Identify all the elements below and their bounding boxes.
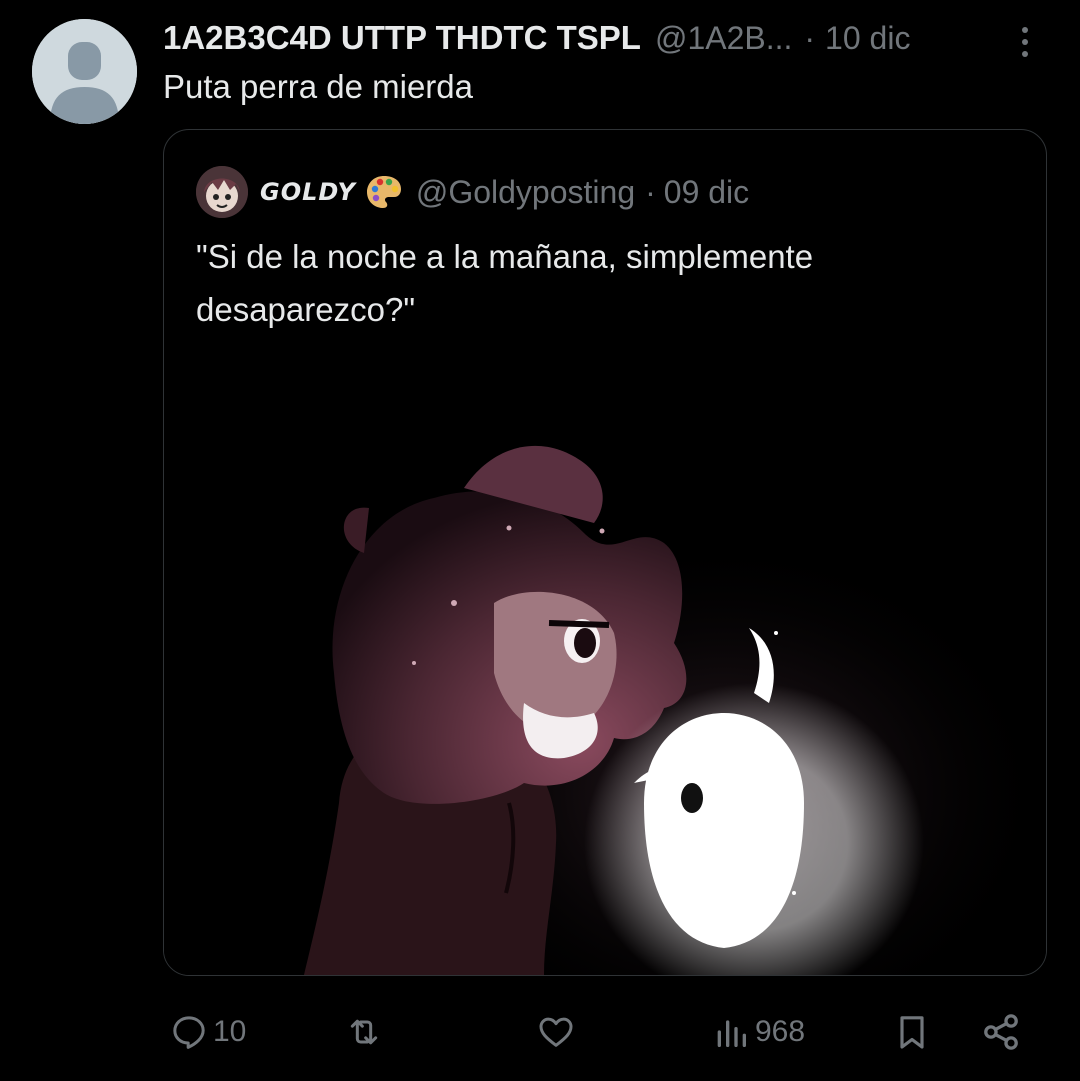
quoted-post[interactable]: GOLDY @Goldyposting · 09 dic "Si de la n… [163,129,1047,976]
post-header: 1A2B3C4D UTTP THDTC TSPL @1A2B... · 10 d… [163,16,1023,60]
separator-dot: · [804,19,816,56]
bookmark-icon [900,1016,924,1049]
bookmark-button[interactable] [892,1005,932,1059]
repost-icon [350,1019,378,1045]
default-avatar-icon [32,19,137,124]
quoted-user-handle[interactable]: @Goldyposting [416,174,635,211]
quoted-post-text: "Si de la noche a la mañana, simplemente… [196,238,814,328]
avatar[interactable] [32,19,137,124]
views-button[interactable]: 968 [711,1005,805,1059]
reply-icon [173,1016,205,1049]
like-icon [539,1017,573,1047]
views-count: 968 [755,1015,806,1048]
post-date[interactable]: 10 dic [825,20,910,57]
action-bar: 10 968 [163,1005,1045,1059]
quoted-post-header: GOLDY @Goldyposting · 09 dic [196,166,749,218]
share-icon [984,1014,1018,1050]
display-name[interactable]: 1A2B3C4D UTTP THDTC TSPL [163,19,641,57]
reply-count: 10 [213,1015,247,1048]
reply-button[interactable]: 10 [169,1005,246,1059]
user-handle[interactable]: @1A2B... [655,20,792,57]
like-button[interactable] [535,1005,581,1059]
quoted-display-name[interactable]: GOLDY [260,178,356,206]
separator-dot: · [645,173,656,210]
post-text: Puta perra de mierda [163,68,474,105]
quoted-media-image[interactable] [164,373,1046,975]
more-vertical-icon[interactable] [1013,22,1037,62]
repost-button[interactable] [343,1005,389,1059]
quoted-post-date[interactable]: 09 dic [664,174,749,211]
share-button[interactable] [979,1005,1023,1059]
quoted-avatar [196,166,248,218]
artist-palette-icon [366,176,401,208]
views-icon [717,1020,746,1047]
